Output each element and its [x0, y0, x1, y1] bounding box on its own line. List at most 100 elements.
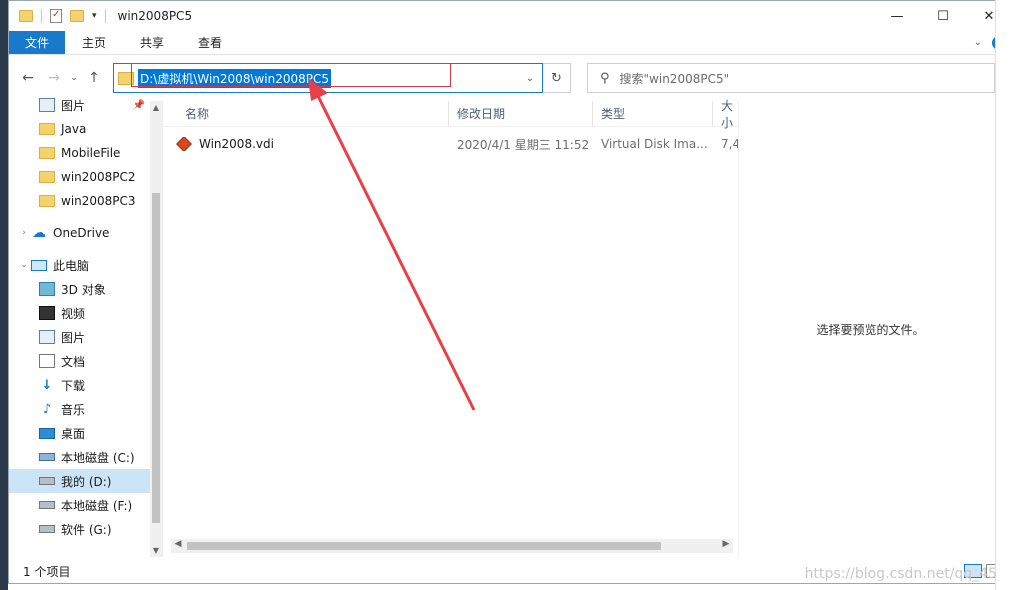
sidebar-item-label: 本地磁盘 (F:) [61, 498, 133, 513]
scroll-down-icon[interactable]: ▼ [150, 546, 162, 555]
address-annotation-box [131, 63, 451, 87]
navigation-pane: 图片 📌 Java MobileFile win2008PC2 win2008P… [9, 98, 163, 557]
column-modified[interactable]: 修改日期 [449, 100, 593, 127]
expand-ribbon-chevron-icon[interactable]: ⌄ [974, 37, 982, 48]
sidebar-item-documents[interactable]: 文档 [9, 349, 151, 373]
main-content: 图片 📌 Java MobileFile win2008PC2 win2008P… [9, 98, 1012, 557]
sidebar-item-mobilefile[interactable]: MobileFile [9, 141, 151, 165]
folder-icon [19, 10, 33, 22]
pictures-icon [39, 98, 55, 112]
sidebar-item-videos[interactable]: 视频 [9, 301, 151, 325]
title-bar: ▾ win2008PC5 — ☐ ✕ [9, 1, 1012, 31]
file-modified: 2020/4/1 星期三 11:52 [457, 137, 590, 152]
address-dropdown-chevron-icon[interactable]: ⌄ [518, 73, 542, 84]
sidebar-item-label: 桌面 [61, 426, 86, 441]
watermark: https://blog.csdn.net/qq_45 [804, 566, 997, 582]
file-list: 名称 修改日期 类型 大小 Win2008.vdi 2020/4/1 星期三 1… [163, 99, 738, 557]
sidebar-item-label: 图片 [61, 330, 86, 345]
column-name[interactable]: 名称 [163, 100, 449, 127]
collapse-chevron-icon[interactable]: ⌄ [19, 260, 29, 270]
file-explorer-window: ▾ win2008PC5 — ☐ ✕ 文件 主页 共享 查看 ⌄ ? ← → ⌄… [8, 0, 1013, 584]
column-size[interactable]: 大小 [713, 99, 738, 130]
search-placeholder: 搜索"win2008PC5" [619, 71, 730, 86]
ribbon-tabs: 文件 主页 共享 查看 ⌄ ? [9, 31, 1012, 55]
sidebar-item-this-pc[interactable]: ⌄ 此电脑 [9, 253, 151, 277]
sidebar-item-pictures-quick[interactable]: 图片 📌 [9, 93, 151, 117]
tab-home[interactable]: 主页 [65, 31, 123, 54]
sidebar-item-label: Java [61, 122, 87, 136]
expand-chevron-icon[interactable]: › [19, 228, 29, 238]
scrollbar-thumb[interactable] [152, 193, 160, 523]
sidebar-item-downloads[interactable]: ↓ 下载 [9, 373, 151, 397]
maximize-button[interactable]: ☐ [920, 1, 966, 31]
sidebar-item-label: 下载 [61, 378, 86, 393]
drive-c-icon [39, 453, 55, 461]
sidebar-item-win2008pc2[interactable]: win2008PC2 [9, 165, 151, 189]
navigation-bar: ← → ⌄ ↑ D:\虚拟机\Win2008\win2008PC5 ⌄ ↻ ⚲ … [9, 55, 1012, 101]
sidebar-item-desktop[interactable]: 桌面 [9, 421, 151, 445]
folder-icon [39, 123, 55, 135]
properties-icon[interactable] [50, 9, 62, 23]
scrollbar-thumb[interactable] [187, 542, 661, 550]
sidebar-item-pictures[interactable]: 图片 [9, 325, 151, 349]
sidebar-item-3d-objects[interactable]: 3D 对象 [9, 277, 151, 301]
table-row[interactable]: Win2008.vdi 2020/4/1 星期三 11:52 Virtual D… [163, 131, 738, 157]
file-size: 7,43 [721, 137, 738, 151]
customize-toolbar-chevron-icon[interactable]: ▾ [92, 11, 97, 21]
sidebar-item-drive-d[interactable]: 我的 (D:) [9, 469, 151, 493]
back-button[interactable]: ← [15, 65, 41, 91]
minimize-button[interactable]: — [874, 1, 920, 31]
sidebar-item-drive-f[interactable]: 本地磁盘 (F:) [9, 493, 151, 517]
recent-locations-chevron-icon[interactable]: ⌄ [67, 65, 81, 91]
file-name-cell: Win2008.vdi [163, 137, 449, 151]
desktop-background [0, 0, 8, 590]
sidebar-item-win2008pc3[interactable]: win2008PC3 [9, 189, 151, 213]
new-folder-icon[interactable] [70, 10, 84, 22]
drive-icon [39, 477, 55, 485]
cloud-icon: ☁ [32, 225, 46, 241]
background-page-edge [995, 0, 1017, 590]
preview-message: 选择要预览的文件。 [816, 322, 925, 337]
file-name: Win2008.vdi [199, 137, 274, 151]
search-input[interactable]: ⚲ 搜索"win2008PC5" [587, 63, 995, 93]
desktop-icon [39, 427, 55, 439]
refresh-button[interactable]: ↻ [543, 63, 571, 93]
column-type[interactable]: 类型 [593, 100, 713, 127]
download-icon: ↓ [41, 377, 53, 393]
music-icon: ♪ [42, 401, 52, 417]
sidebar-item-onedrive[interactable]: › ☁ OneDrive [9, 221, 151, 245]
address-bar[interactable]: D:\虚拟机\Win2008\win2008PC5 ⌄ [113, 63, 543, 93]
sidebar-item-label: 软件 (G:) [61, 522, 112, 537]
drive-icon [39, 501, 55, 509]
quick-access-separator [41, 9, 42, 23]
sidebar-item-drive-g[interactable]: 软件 (G:) [9, 517, 151, 541]
sidebar-item-drive-c[interactable]: 本地磁盘 (C:) [9, 445, 151, 469]
sidebar-item-label: win2008PC3 [61, 194, 136, 208]
sidebar-item-label: 音乐 [61, 402, 86, 417]
virtual-disk-icon [176, 137, 192, 151]
computer-icon [31, 259, 47, 271]
sidebar-item-label: 文档 [61, 354, 86, 369]
horizontal-scrollbar[interactable]: ◀ ▶ [171, 539, 733, 553]
scroll-right-icon[interactable]: ▶ [719, 539, 733, 549]
navigation-scrollbar[interactable]: ▲ ▼ [150, 101, 162, 557]
file-type: Virtual Disk Ima... [601, 137, 708, 151]
preview-pane: 选择要预览的文件。 [738, 101, 1012, 557]
scroll-left-icon[interactable]: ◀ [171, 539, 185, 549]
forward-button[interactable]: → [41, 65, 67, 91]
up-button[interactable]: ↑ [81, 65, 107, 91]
tab-view[interactable]: 查看 [181, 31, 239, 54]
drive-icon [39, 525, 55, 533]
sidebar-item-java[interactable]: Java [9, 117, 151, 141]
sidebar-item-label: 本地磁盘 (C:) [61, 450, 135, 465]
folder-icon [39, 195, 55, 207]
scroll-up-icon[interactable]: ▲ [150, 103, 162, 112]
column-headers: 名称 修改日期 类型 大小 [163, 99, 738, 130]
sidebar-item-music[interactable]: ♪ 音乐 [9, 397, 151, 421]
tab-file[interactable]: 文件 [9, 31, 66, 54]
window-title: win2008PC5 [117, 9, 193, 23]
3d-objects-icon [39, 282, 55, 296]
tab-share[interactable]: 共享 [123, 31, 181, 54]
sidebar-item-label: 此电脑 [53, 258, 90, 273]
